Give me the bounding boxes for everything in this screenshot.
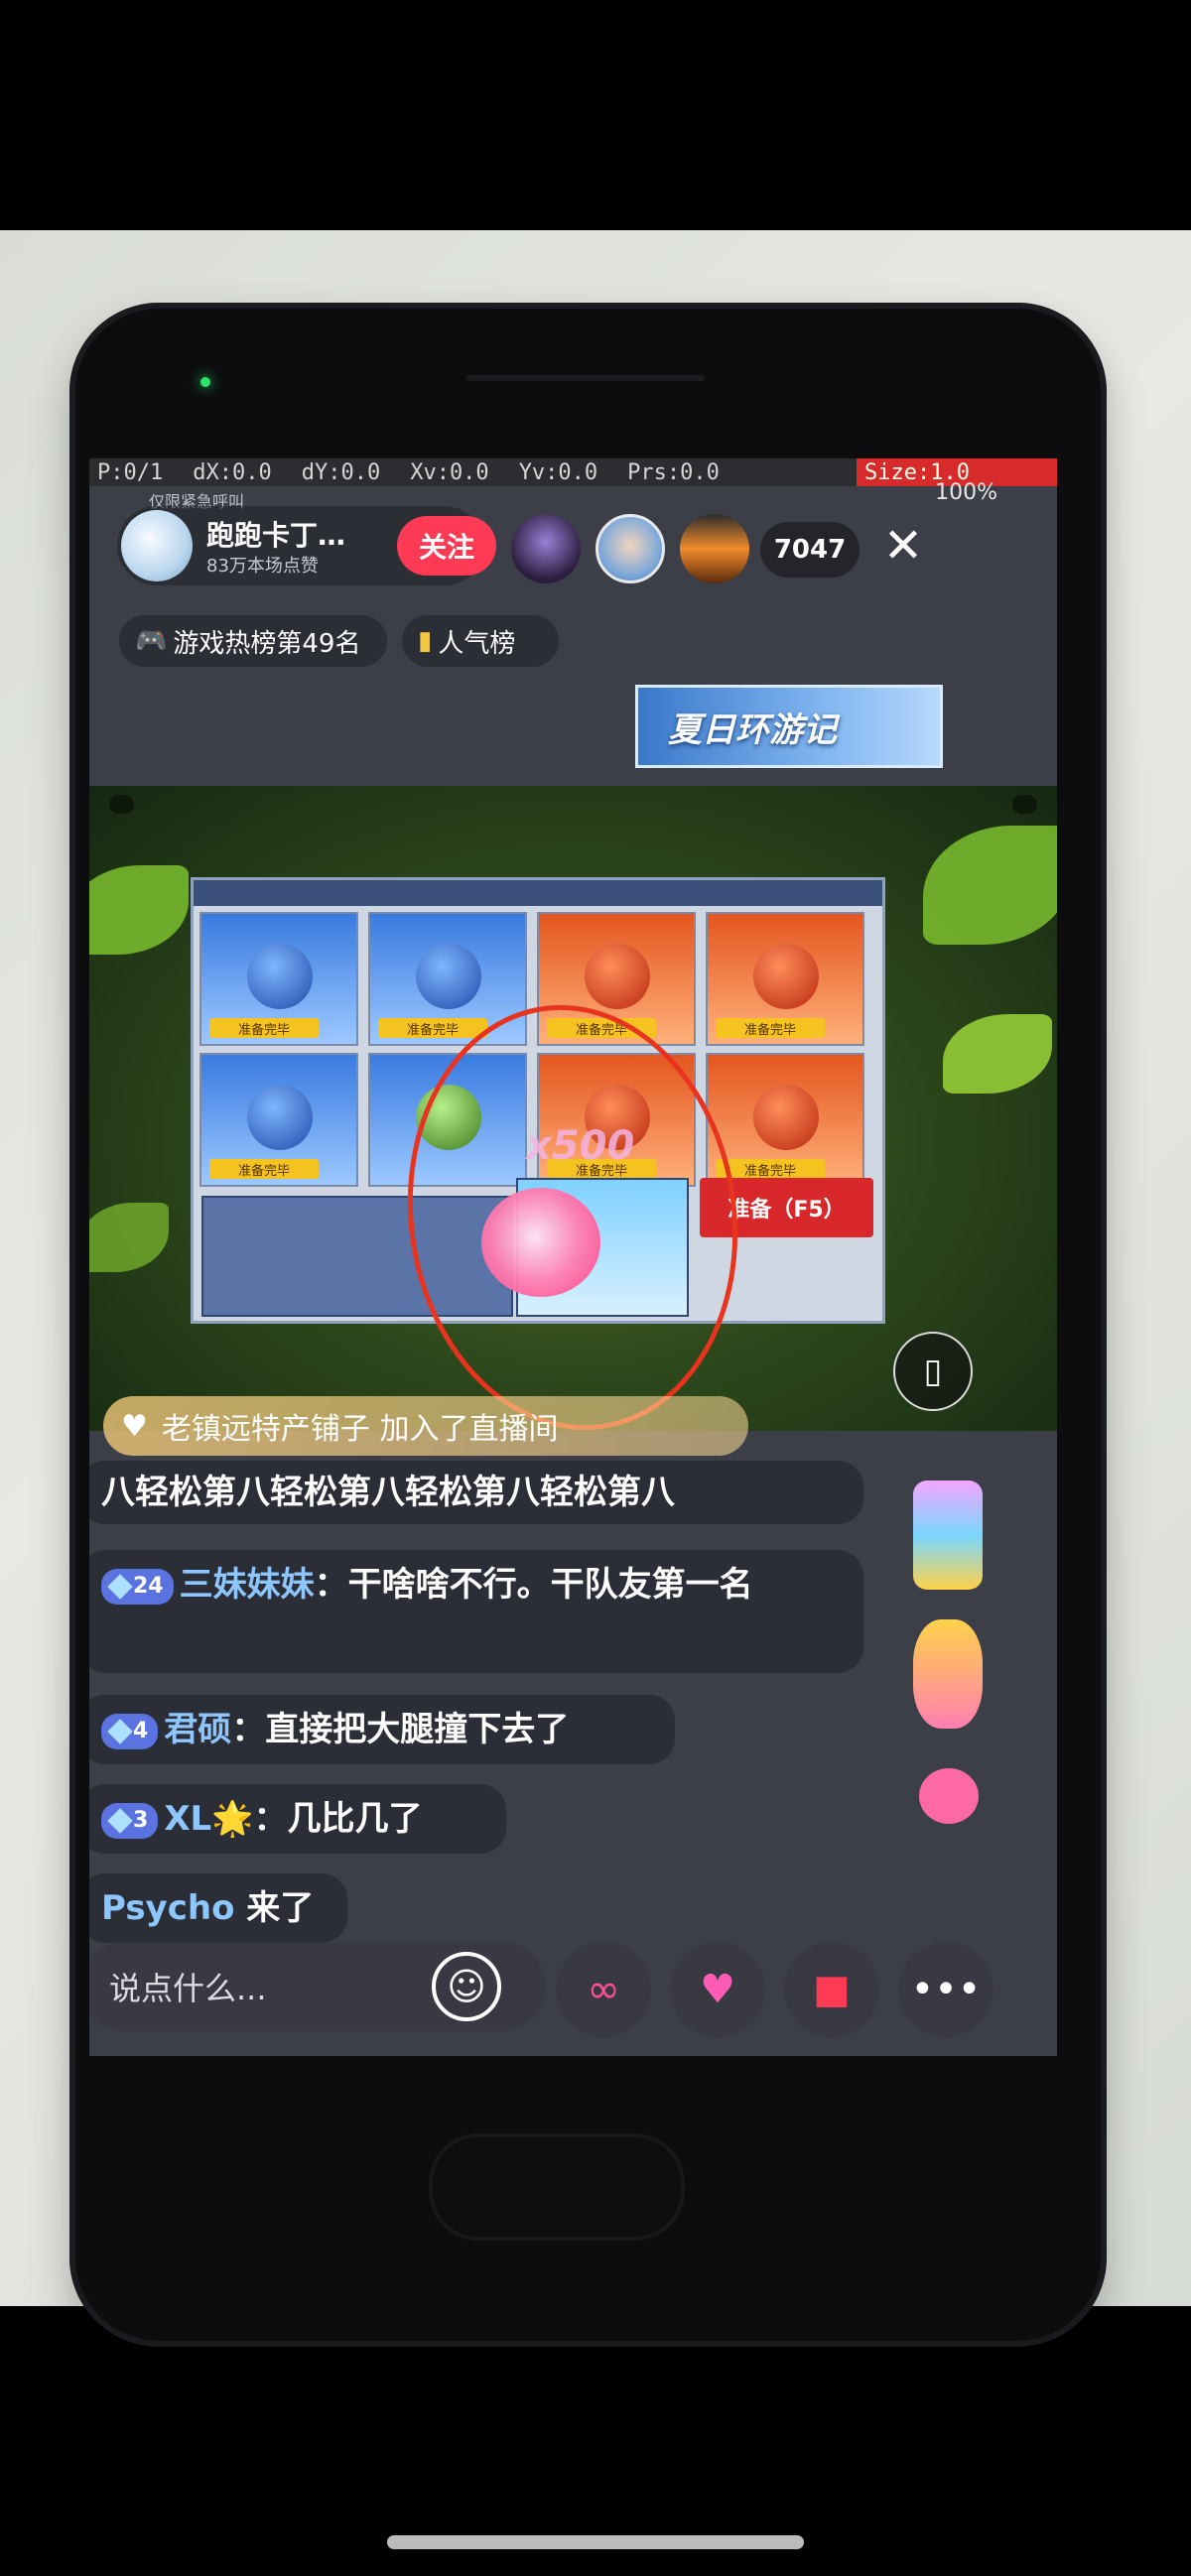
foliage (89, 1203, 169, 1272)
slot-ready-label: 准备完毕 (378, 1018, 487, 1038)
more-icon[interactable]: ••• (898, 1942, 993, 2037)
chat-message: 八轻松第八轻松第八轻松第八轻松第八 (89, 1461, 863, 1524)
player-helmet (416, 944, 481, 1009)
chat-message: 3 XL🌟：几比几了 (89, 1784, 506, 1854)
level-number: 24 (133, 1573, 164, 1599)
streamer-name: 跑跑卡丁… (206, 519, 346, 552)
chat-message: Psycho 来了 (89, 1873, 347, 1943)
player-helmet (753, 1085, 819, 1150)
gift-icon[interactable]: ■ (784, 1942, 879, 2037)
chat-username[interactable]: Psycho (101, 1888, 234, 1928)
live-top-bar: 跑跑卡丁… 83万本场点赞 关注 7047 ✕ (89, 498, 1057, 587)
gem-icon (107, 1718, 133, 1744)
close-icon[interactable]: ✕ (873, 516, 933, 576)
slot-ready-label: 准备完毕 (209, 1018, 319, 1038)
gamepad-icon: 🎮 (135, 626, 168, 656)
bar-chart-icon: ▮ (418, 626, 433, 656)
chat-username[interactable]: XL🌟 (164, 1799, 253, 1839)
foliage (943, 1014, 1052, 1094)
player-slot: 准备完毕 (199, 1053, 358, 1187)
gift-stack-icon[interactable] (913, 1481, 983, 1590)
foliage (923, 826, 1057, 945)
level-number: 3 (133, 1807, 149, 1833)
chat-username[interactable]: 君硕 (164, 1710, 231, 1749)
debug-xv: Xv:0.0 (410, 459, 489, 485)
gem-icon (107, 1573, 133, 1600)
gem-icon (107, 1807, 133, 1834)
heart-icon: ♥ (121, 1408, 148, 1444)
user-level-badge: 24 (101, 1568, 174, 1605)
room-tabs (194, 880, 882, 906)
gift-stack-icon[interactable] (913, 1619, 983, 1729)
slot-ready-label: 准备完毕 (209, 1159, 319, 1179)
debug-dy: dY:0.0 (301, 459, 381, 485)
foliage (89, 865, 189, 955)
join-text: 老镇远特产铺子 加入了直播间 (161, 1412, 559, 1447)
rotate-screen-icon[interactable]: ▯ (893, 1332, 973, 1411)
chat-username[interactable]: 三妹妹妹 (180, 1565, 315, 1605)
game-top-strip (109, 792, 1037, 816)
debug-p: P:0/1 (97, 459, 164, 485)
chat-text: ：干啥啥不行。干队友第一名 (314, 1565, 753, 1605)
follow-button[interactable]: 关注 (397, 516, 496, 576)
debug-prs: Prs:0.0 (627, 459, 720, 485)
game-rank-label: 游戏热榜第49名 (173, 628, 361, 659)
game-stream-video: 准备完毕 准备完毕 准备完毕 准备完毕 准备完毕 准备完毕 准备完毕 准备（F5… (89, 786, 1057, 1431)
player-helmet (753, 944, 819, 1009)
pointer-debug-bar: P:0/1 dX:0.0 dY:0.0 Xv:0.0 Yv:0.0 Prs:0.… (89, 458, 1057, 486)
chat-message: 4 君硕：直接把大腿撞下去了 (89, 1695, 675, 1764)
viewer-avatar[interactable] (511, 514, 581, 583)
player-helmet (247, 944, 313, 1009)
chat-text: 来了 (234, 1888, 315, 1928)
home-button (429, 2133, 685, 2241)
popular-rank-label: 人气榜 (438, 628, 516, 659)
level-number: 4 (133, 1718, 149, 1743)
player-helmet (247, 1085, 313, 1150)
phone-screen: P:0/1 dX:0.0 dY:0.0 Xv:0.0 Yv:0.0 Prs:0.… (89, 458, 1057, 2056)
popular-rank-tag[interactable]: ▮ 人气榜 (402, 615, 559, 667)
user-level-badge: 4 (101, 1713, 159, 1749)
home-indicator (387, 2535, 804, 2549)
chat-text: ：几比几了 (253, 1799, 423, 1839)
chat-message: 24 三妹妹妹：干啥啥不行。干队友第一名 (89, 1550, 863, 1673)
chat-text: 八轻松第八轻松第八轻松第八轻松第八 (101, 1473, 675, 1512)
player-helmet (585, 944, 650, 1009)
event-banner[interactable]: 夏日环游记 (635, 685, 943, 768)
viewer-avatar[interactable] (596, 514, 665, 583)
game-coins-pill (1011, 794, 1037, 814)
smile-icon[interactable]: ☺ (432, 1952, 501, 2021)
streamer-likes: 83万本场点赞 (206, 556, 319, 577)
viewer-count[interactable]: 7047 (760, 522, 860, 578)
debug-yv: Yv:0.0 (518, 459, 598, 485)
player-slot: 准备完毕 (706, 912, 864, 1046)
game-level-pill (109, 794, 135, 814)
chat-text: ：直接把大腿撞下去了 (231, 1710, 570, 1749)
debug-dx: dX:0.0 (193, 459, 272, 485)
event-banner-title: 夏日环游记 (668, 709, 837, 750)
slot-ready-label: 准备完毕 (716, 1018, 825, 1038)
streamer-card[interactable]: 跑跑卡丁… 83万本场点赞 关注 (117, 506, 496, 585)
viewer-avatar[interactable] (680, 514, 749, 583)
notification-led (200, 377, 210, 387)
earpiece (466, 375, 705, 381)
heart-icon[interactable] (919, 1768, 979, 1824)
player-slot: 准备完毕 (199, 912, 358, 1046)
link-icon[interactable]: ∞ (556, 1942, 651, 2037)
heart-icon[interactable]: ♥ (670, 1942, 765, 2037)
streamer-avatar[interactable] (121, 510, 193, 581)
slot-ready-label: 准备完毕 (716, 1159, 825, 1179)
game-rank-tag[interactable]: 🎮 游戏热榜第49名 (119, 615, 387, 667)
user-level-badge: 3 (101, 1802, 159, 1839)
join-notification: ♥ 老镇远特产铺子 加入了直播间 (103, 1396, 748, 1456)
